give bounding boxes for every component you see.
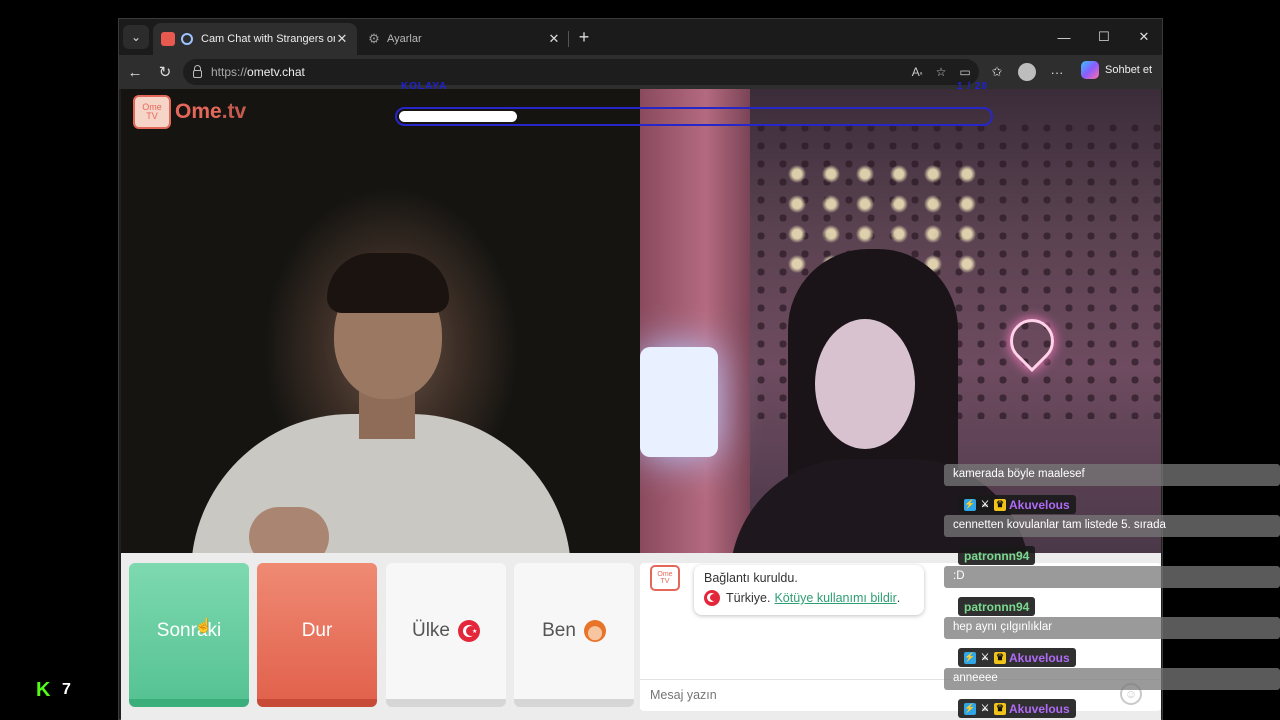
read-aloud-icon[interactable]: Aₐ: [907, 62, 927, 82]
browser-toolbar: ← ↻ https://ometv.chat Aₐ ☆ ▭ ✩ ··· Sohb…: [119, 55, 1162, 89]
next-button[interactable]: Sonraki: [129, 563, 249, 707]
logo-text: Ome.tv: [175, 100, 247, 123]
back-arrow-icon[interactable]: ←: [123, 60, 147, 84]
verified-badge-icon: ⚡: [964, 651, 976, 664]
country-filter-button[interactable]: Ülke ★: [386, 563, 506, 707]
tab-bar: ⌄ Cam Chat with Strangers on O ✕ ⚙ Ayarl…: [119, 19, 1162, 55]
more-menu-icon[interactable]: ···: [1045, 60, 1069, 84]
copilot-icon: [1081, 61, 1099, 79]
progress-label-right: 1 / 20: [957, 81, 989, 92]
stream-goal-progress-bar: [395, 107, 993, 126]
close-tab-icon[interactable]: ✕: [547, 31, 561, 47]
ometv-tv-icon: Ome TV: [650, 565, 680, 591]
tab-actions-chevron-icon[interactable]: ⌄: [123, 25, 149, 49]
chat-message: anneeee: [944, 668, 1280, 690]
tab-separator: [568, 31, 569, 47]
favorites-list-icon[interactable]: ✩: [985, 60, 1009, 84]
kick-logo-icon: K: [36, 679, 51, 701]
verified-badge-icon: ⚡: [964, 702, 976, 715]
me-gender-button[interactable]: Ben: [514, 563, 634, 707]
camera-permission-icon[interactable]: ▭: [955, 62, 975, 82]
tab-ometv[interactable]: Cam Chat with Strangers on O ✕: [153, 23, 357, 55]
refresh-icon[interactable]: ↻: [153, 60, 177, 84]
turkey-flag-icon: ★: [458, 620, 480, 642]
country-text: Türkiye.: [726, 591, 771, 605]
system-message: Bağlantı kuruldu. Türkiye. Kötüye kullan…: [694, 565, 924, 615]
connected-text: Bağlantı kuruldu.: [704, 571, 798, 585]
close-tab-icon[interactable]: ✕: [335, 31, 349, 47]
chat-username: ⚡ ⚔ ♛ Akuvelous: [958, 699, 1076, 718]
screen: ⌄ Cam Chat with Strangers on O ✕ ⚙ Ayarl…: [0, 0, 1280, 720]
url-text: https://ometv.chat: [211, 65, 305, 79]
address-bar[interactable]: https://ometv.chat Aₐ ☆ ▭: [183, 59, 979, 85]
local-video: [121, 89, 640, 553]
chat-message: hep aynı çılgınlıklar: [944, 617, 1280, 639]
report-abuse-link[interactable]: Kötüye kullanımı bildir: [774, 591, 896, 605]
copilot-button[interactable]: Sohbet et: [1081, 61, 1152, 79]
tab-title: Cam Chat with Strangers on O: [201, 33, 335, 45]
woman-emoji-icon: [583, 620, 606, 642]
stream-chat-overlay: kamerada böyle maalesef ⚡ ⚔ ♛ Akuvelous cenne…: [944, 464, 1280, 720]
pointer-hand-icon: ☝: [195, 617, 213, 633]
chat-message: kamerada böyle maalesef: [944, 464, 1280, 486]
stop-button[interactable]: Dur: [257, 563, 377, 707]
recording-indicator-icon: [181, 33, 193, 45]
verified-badge-icon: ⚡: [964, 498, 976, 511]
profile-avatar[interactable]: [1015, 60, 1039, 84]
copilot-label: Sohbet et: [1105, 64, 1153, 76]
kick-count: 7: [62, 681, 71, 698]
sword-badge-icon: ⚔: [980, 703, 990, 713]
ring-light: [640, 347, 718, 457]
tab-settings[interactable]: ⚙ Ayarlar ✕: [359, 23, 569, 55]
minimize-icon[interactable]: —: [1049, 25, 1079, 49]
sword-badge-icon: ⚔: [980, 652, 990, 662]
lock-icon: [193, 65, 202, 78]
ometv-favicon-icon: [161, 32, 175, 46]
chat-username: patronnn94: [958, 597, 1036, 616]
gear-icon: ⚙: [368, 31, 380, 46]
kick-viewer-badge: K 7: [36, 680, 71, 700]
chat-username: ⚡ ⚔ ♛ Akuvelous: [958, 648, 1076, 667]
chat-message: :D: [944, 566, 1280, 588]
sword-badge-icon: ⚔: [980, 499, 990, 509]
avatar-icon: [1018, 63, 1036, 81]
maximize-icon[interactable]: ☐: [1089, 25, 1119, 49]
turkey-flag-icon: [704, 590, 720, 606]
close-window-icon[interactable]: ✕: [1129, 25, 1159, 49]
chat-username: patronnn94: [958, 546, 1036, 565]
progress-fill: [399, 111, 517, 122]
crown-badge-icon: ♛: [994, 651, 1006, 664]
new-tab-plus-icon[interactable]: +: [573, 27, 595, 49]
crown-badge-icon: ♛: [994, 498, 1006, 511]
chat-message: cennetten kovulanlar tam listede 5. sıra…: [944, 515, 1280, 537]
ometv-logo[interactable]: Ome TV Ome.tv: [133, 95, 246, 129]
chat-username: ⚡ ⚔ ♛ Akuvelous: [958, 495, 1076, 514]
tab-title: Ayarlar: [387, 33, 422, 45]
crown-badge-icon: ♛: [994, 702, 1006, 715]
favorite-star-icon[interactable]: ☆: [931, 62, 951, 82]
progress-label-left: KOLAYA: [401, 81, 448, 92]
ometv-tv-icon: Ome TV: [133, 95, 171, 129]
